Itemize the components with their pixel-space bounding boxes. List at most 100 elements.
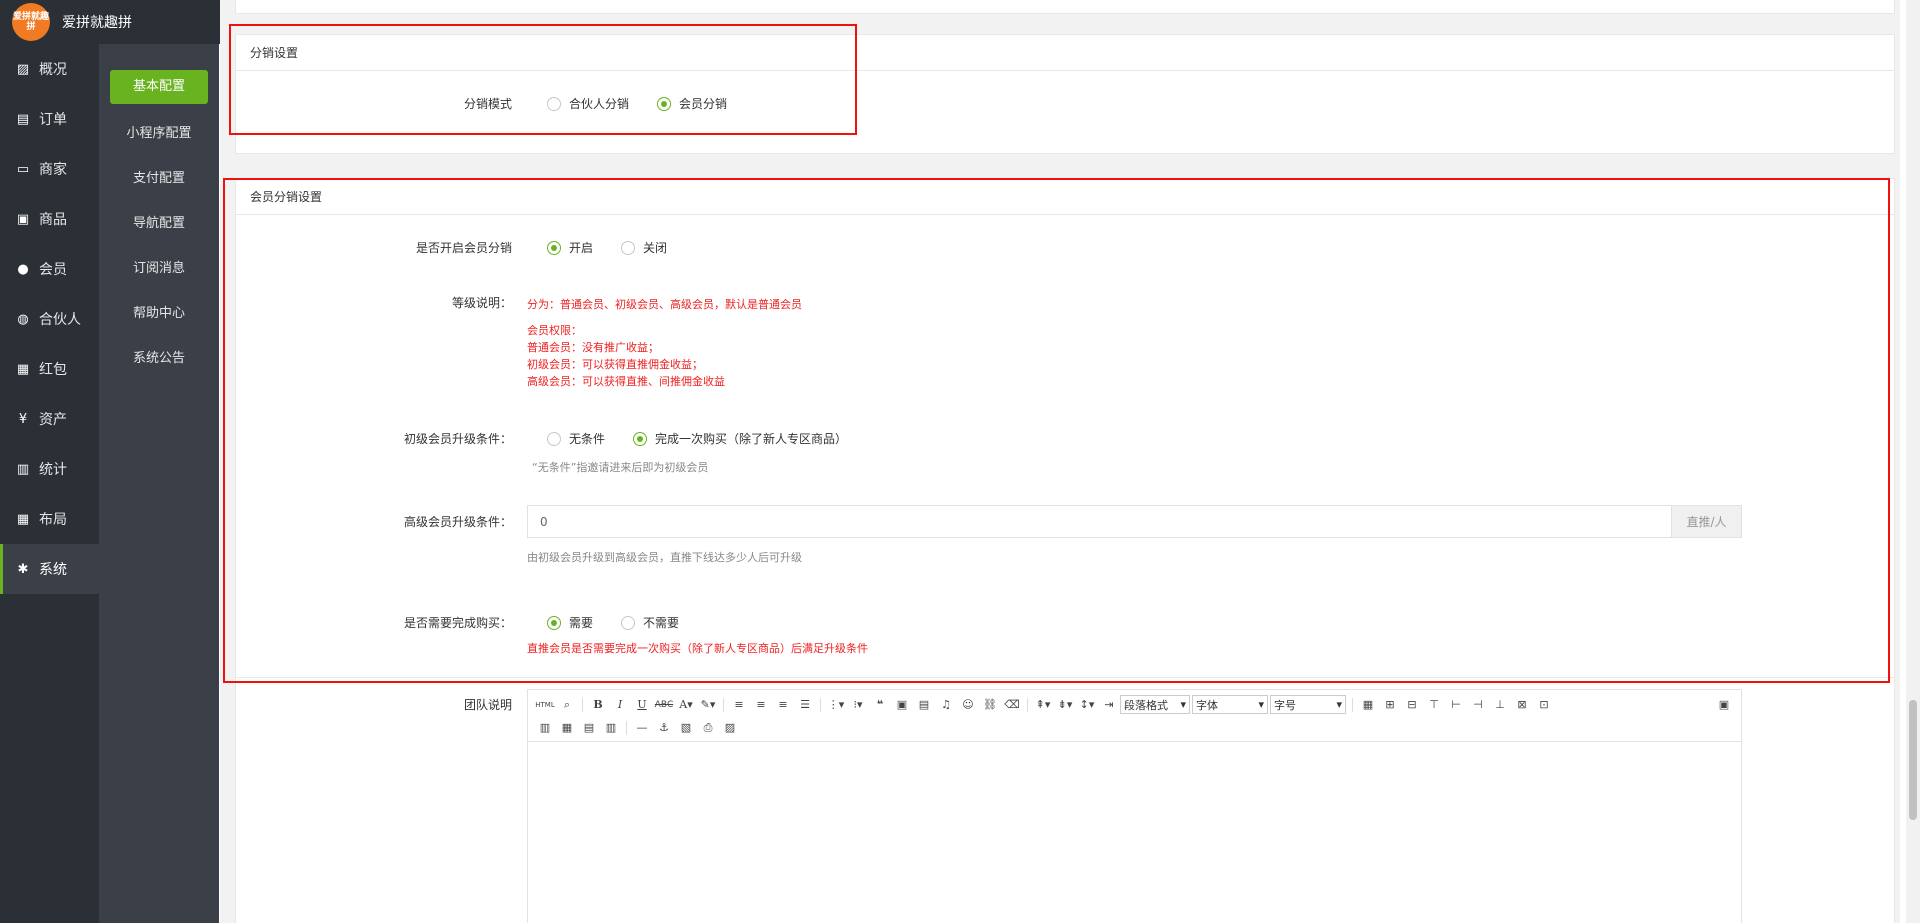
radio-dot — [621, 615, 636, 630]
horizontal-rule-icon[interactable]: — — [631, 718, 653, 738]
html-source-icon[interactable]: HTML — [534, 695, 556, 715]
subnav-item[interactable]: 帮助中心 — [99, 289, 219, 334]
preview-icon[interactable]: ⌕ — [556, 695, 578, 715]
indent-icon[interactable]: ⇥ — [1098, 695, 1120, 715]
radio-partner-distribution[interactable]: 合伙人分销 — [547, 95, 629, 112]
brand-bar: 爱拼就趣拼 爱拼就趣拼 — [0, 0, 220, 44]
insert-caption-icon[interactable]: ⊟ — [1401, 695, 1423, 715]
print-icon[interactable]: ⎙ — [697, 718, 719, 738]
align-justify-icon[interactable]: ☰ — [794, 695, 816, 715]
quote-icon[interactable]: ❝ — [869, 695, 891, 715]
font-size-select[interactable]: 字号 ▾ — [1270, 695, 1346, 714]
nav-item[interactable]: ✱ 系统 — [0, 544, 99, 594]
insert-table-icon[interactable]: ⊞ — [1379, 695, 1401, 715]
senior-upgrade-unit: 直推/人 — [1671, 506, 1741, 537]
align-left-icon[interactable]: ≡ — [728, 695, 750, 715]
template-icon[interactable]: ▧ — [675, 718, 697, 738]
unordered-list-icon[interactable]: ⁝▾ — [847, 695, 869, 715]
yen-icon: ¥ — [18, 411, 28, 427]
scrollbar-thumb[interactable] — [1909, 700, 1917, 820]
image-icon[interactable]: ▣ — [891, 695, 913, 715]
row-spacing-top-icon[interactable]: ⇞▾ — [1032, 695, 1054, 715]
nav-item-label: 商家 — [39, 162, 67, 178]
paragraph-format-select[interactable]: 段落格式 ▾ — [1120, 695, 1190, 714]
radio-enable-off[interactable]: 关闭 — [621, 239, 667, 256]
eraser-icon[interactable]: ⌫ — [1001, 695, 1023, 715]
nav-item[interactable]: ¥ 资产 — [0, 394, 99, 444]
level-desc-line: 初级会员：可以获得直推佣金收益； — [527, 358, 703, 371]
subnav-item[interactable]: 系统公告 — [99, 334, 219, 379]
nav-item-label: 红包 — [39, 362, 67, 378]
radio-dot — [657, 96, 672, 111]
nav-item-label: 合伙人 — [39, 312, 81, 328]
cell-props-icon[interactable]: ▥ — [600, 718, 622, 738]
ordered-list-icon[interactable]: ⋮▾ — [825, 695, 847, 715]
subnav-item[interactable]: 支付配置 — [99, 154, 219, 199]
brand-logo[interactable]: 爱拼就趣拼 — [12, 3, 50, 41]
delete-col-icon[interactable]: ⊣ — [1467, 695, 1489, 715]
radio-purchase-no[interactable]: 不需要 — [621, 614, 679, 631]
anchor-icon[interactable]: ⚓ — [653, 718, 675, 738]
align-right-icon[interactable]: ≡ — [772, 695, 794, 715]
radio-member-distribution[interactable]: 会员分销 — [657, 95, 727, 112]
radio-dot — [633, 431, 648, 446]
nav-item-label: 概况 — [39, 62, 67, 78]
highlight-icon[interactable]: ✎▾ — [697, 695, 719, 715]
font-family-select[interactable]: 字体 ▾ — [1192, 695, 1268, 714]
brand-name: 爱拼就趣拼 — [62, 15, 132, 31]
page-scrollbar[interactable] — [1906, 0, 1920, 923]
editor-content-area[interactable] — [528, 742, 1741, 923]
nav-item[interactable]: ▤ 订单 — [0, 94, 99, 144]
insert-row-icon[interactable]: ⊤ — [1423, 695, 1445, 715]
junior-upgrade-label: 初级会员升级条件： — [403, 432, 512, 446]
nav-item-label: 资产 — [39, 412, 67, 428]
senior-upgrade-input-group: 直推/人 — [527, 505, 1742, 538]
radio-junior-none[interactable]: 无条件 — [547, 430, 605, 447]
merge-cells-icon[interactable]: ⊥ — [1489, 695, 1511, 715]
radio-dot — [547, 615, 561, 630]
line-height-icon[interactable]: ↕▾ — [1076, 695, 1098, 715]
table-icon[interactable]: ▦ — [1357, 695, 1379, 715]
redpacket-icon: ▦ — [16, 361, 30, 377]
enable-member-label: 是否开启会员分销 — [415, 241, 512, 255]
bold-icon[interactable]: B — [587, 695, 609, 715]
split-rows-icon[interactable]: ⊡ — [1533, 695, 1555, 715]
subnav-item[interactable]: 基本配置 — [99, 64, 219, 109]
radio-junior-purchase[interactable]: 完成一次购买（除了新人专区商品） — [633, 430, 847, 447]
nav-item[interactable]: ◍ 合伙人 — [0, 294, 99, 344]
subnav-item[interactable]: 小程序配置 — [99, 109, 219, 154]
delete-table-icon[interactable]: ▦ — [556, 718, 578, 738]
subnav-item[interactable]: 导航配置 — [99, 199, 219, 244]
radio-dot — [547, 240, 561, 255]
nav-item[interactable]: ▭ 商家 — [0, 144, 99, 194]
senior-upgrade-input[interactable] — [528, 506, 1671, 537]
chart-icon: ▨ — [16, 61, 30, 77]
insert-col-icon[interactable]: ⊢ — [1445, 695, 1467, 715]
nav-item[interactable]: ▦ 布局 — [0, 494, 99, 544]
split-cols-icon[interactable]: ▥ — [534, 718, 556, 738]
nav-item[interactable]: ▥ 统计 — [0, 444, 99, 494]
link-icon[interactable]: ⛓ — [979, 695, 1001, 715]
underline-icon[interactable]: U — [631, 695, 653, 715]
team-desc-label: 团队说明 — [463, 698, 512, 712]
font-color-icon[interactable]: A▾ — [675, 695, 697, 715]
row-spacing-bottom-icon[interactable]: ⇟▾ — [1054, 695, 1076, 715]
split-cells-icon[interactable]: ⊠ — [1511, 695, 1533, 715]
emoji-icon[interactable]: ☺ — [957, 695, 979, 715]
music-icon[interactable]: ♫ — [935, 695, 957, 715]
fullscreen-icon[interactable]: ▣ — [1713, 695, 1735, 715]
radio-purchase-yes[interactable]: 需要 — [547, 614, 593, 631]
table-props-icon[interactable]: ▤ — [578, 718, 600, 738]
goods-icon: ▣ — [16, 211, 30, 227]
paste-icon[interactable]: ▨ — [719, 718, 741, 738]
subnav-item[interactable]: 订阅消息 — [99, 244, 219, 289]
nav-item[interactable]: ▦ 红包 — [0, 344, 99, 394]
strikethrough-icon[interactable]: ABC — [653, 695, 675, 715]
nav-item[interactable]: ▨ 概况 — [0, 44, 99, 94]
nav-item[interactable]: ● 会员 — [0, 244, 99, 294]
nav-item[interactable]: ▣ 商品 — [0, 194, 99, 244]
italic-icon[interactable]: I — [609, 695, 631, 715]
radio-enable-on[interactable]: 开启 — [547, 239, 593, 256]
align-center-icon[interactable]: ≡ — [750, 695, 772, 715]
video-icon[interactable]: ▤ — [913, 695, 935, 715]
